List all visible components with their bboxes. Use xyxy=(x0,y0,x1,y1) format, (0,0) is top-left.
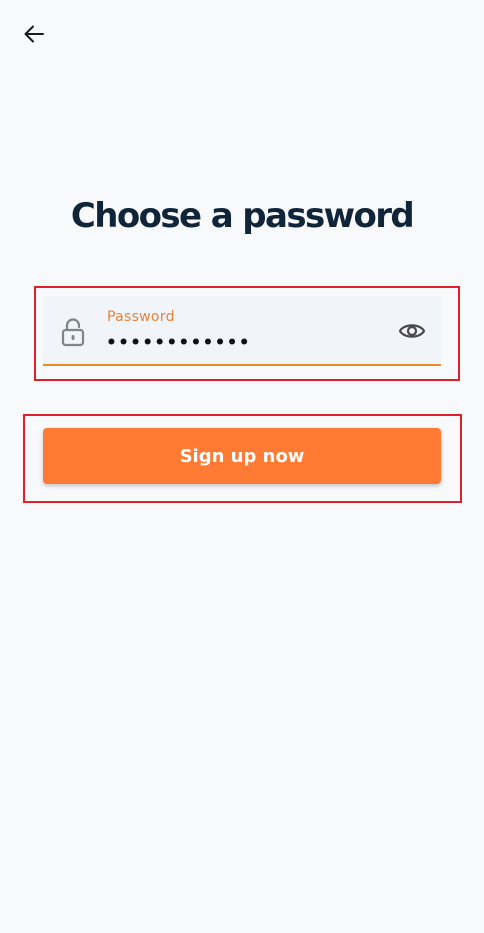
eye-icon[interactable] xyxy=(398,320,426,342)
page-title: Choose a password xyxy=(70,196,415,236)
lock-icon xyxy=(61,318,85,347)
arrow-left-icon xyxy=(24,25,44,43)
signup-button[interactable]: Sign up now xyxy=(43,428,441,484)
password-field-label: Password xyxy=(107,309,175,325)
password-field[interactable]: Password •••••••••••• xyxy=(43,296,441,366)
password-input[interactable]: •••••••••••• xyxy=(106,332,251,354)
back-button[interactable] xyxy=(18,18,50,50)
